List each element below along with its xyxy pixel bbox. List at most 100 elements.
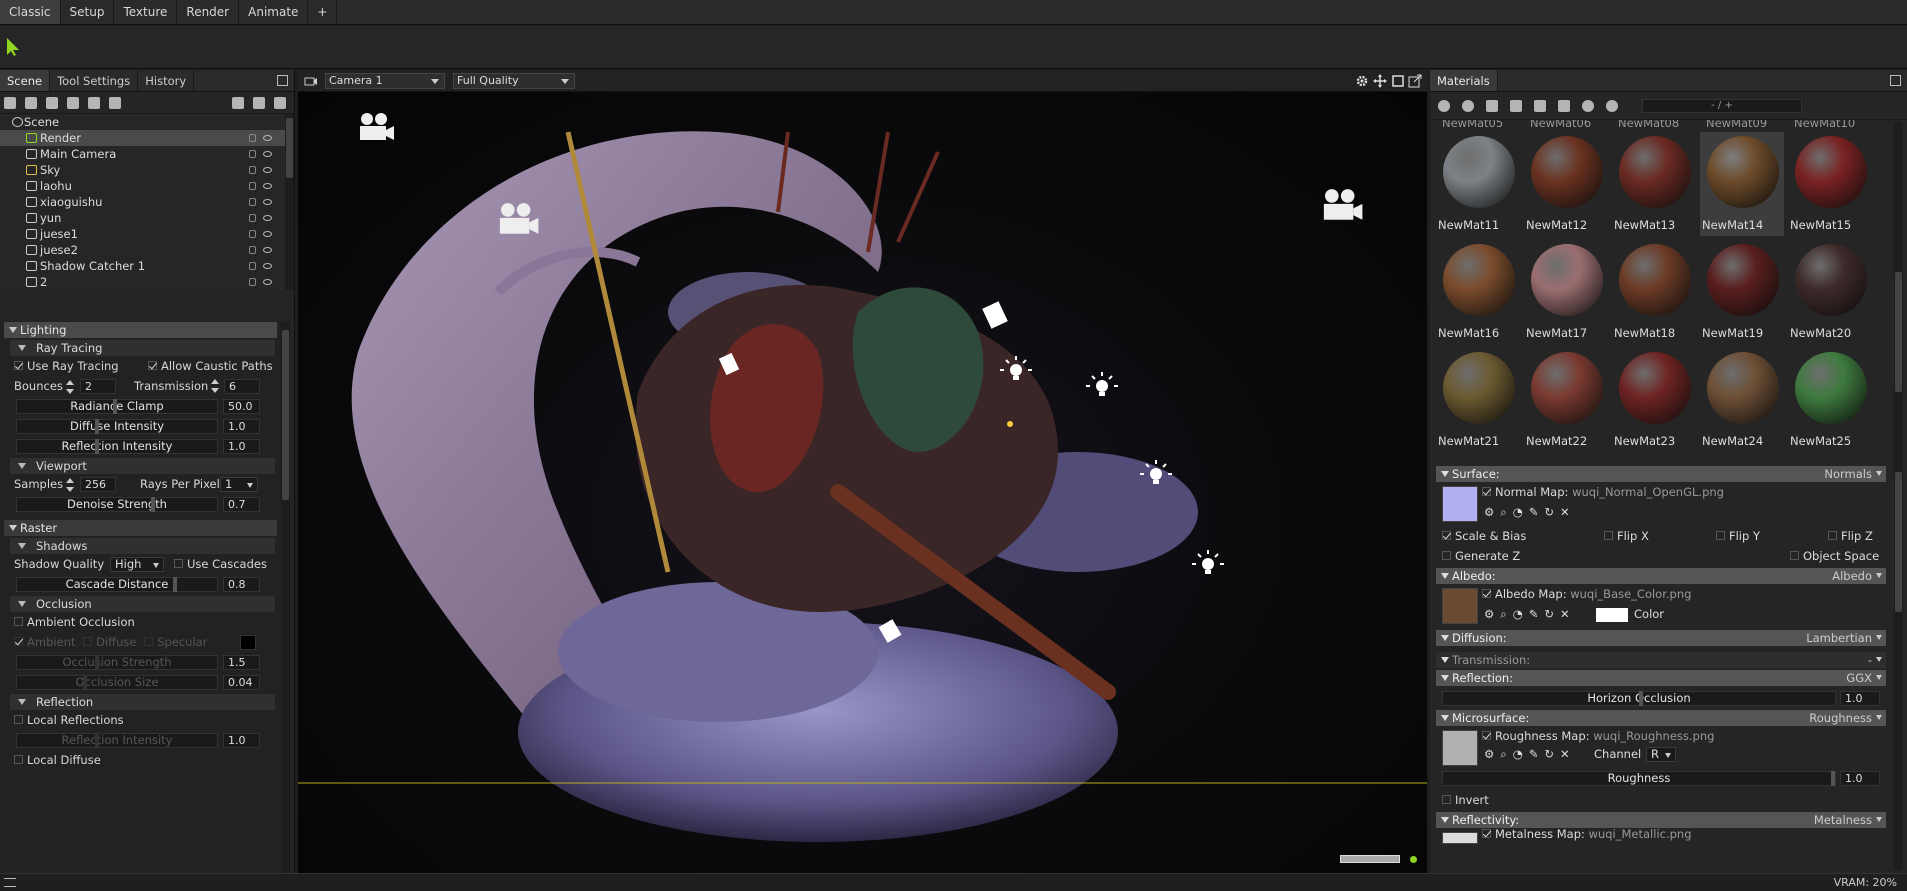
metalness-map-thumbnail[interactable] [1442, 832, 1478, 844]
reflection-intensity-slider[interactable]: Reflection Intensity [16, 439, 218, 454]
add-shape-icon[interactable] [88, 96, 100, 109]
material-swatch[interactable]: NewMat20 [1788, 240, 1872, 344]
lock-icon[interactable] [249, 214, 256, 222]
roughness-map-thumbnail[interactable] [1442, 730, 1478, 766]
tree-item-sky[interactable]: Sky [0, 162, 294, 178]
material-swatch[interactable]: NewMat18 [1612, 240, 1696, 344]
tab-classic[interactable]: Classic [0, 0, 61, 24]
diffuse-intensity-field[interactable]: 1.0 [223, 419, 260, 434]
add-camera-icon[interactable] [46, 96, 58, 109]
tree-item-yun[interactable]: yun [0, 210, 294, 226]
tree-item-2[interactable]: 2 [0, 274, 294, 290]
material-swatch[interactable]: NewMat13 [1612, 132, 1696, 236]
invert-checkbox[interactable] [1442, 795, 1451, 804]
tab-setup[interactable]: Setup [61, 0, 115, 24]
albedo-map-checkbox[interactable] [1482, 589, 1491, 598]
eye-icon[interactable] [263, 215, 272, 221]
map-tool-icons[interactable]: ⚙⌕◔✎↻✕ [1484, 604, 1576, 624]
camera-gizmo-icon[interactable] [494, 202, 542, 236]
material-swatch[interactable]: NewMat23 [1612, 348, 1696, 452]
section-reflection[interactable]: Reflection: GGX [1436, 670, 1886, 686]
material-swatch[interactable]: NewMat15 [1788, 132, 1872, 236]
denoise-strength-field[interactable]: 0.7 [223, 497, 260, 512]
lock-icon[interactable] [249, 278, 256, 286]
material-props-scrollbar[interactable] [1894, 468, 1903, 870]
add-sky-icon[interactable] [67, 96, 79, 109]
use-cascades-checkbox[interactable] [174, 559, 183, 568]
lock-icon[interactable] [249, 230, 256, 238]
occlusion-strength-slider[interactable]: Occlusion Strength [16, 655, 218, 670]
specular-checkbox[interactable] [144, 637, 154, 646]
eye-icon[interactable] [263, 135, 272, 141]
lock-icon[interactable] [249, 198, 256, 206]
tab-materials[interactable]: Materials [1430, 70, 1498, 91]
samples-spinner[interactable] [66, 477, 75, 492]
denoise-strength-slider[interactable]: Denoise Strength [16, 497, 218, 512]
albedo-map-thumbnail[interactable] [1442, 588, 1478, 624]
channel-select[interactable]: R [1646, 747, 1676, 762]
tab-render[interactable]: Render [177, 0, 240, 24]
cascade-distance-slider[interactable]: Cascade Distance [16, 577, 218, 592]
light-gizmo-icon[interactable] [1138, 458, 1174, 494]
light-gizmo-icon[interactable] [998, 354, 1034, 390]
light-gizmo-icon[interactable] [1084, 370, 1120, 406]
samples-field[interactable]: 256 [80, 477, 116, 492]
material-swatch[interactable]: NewMat11 [1436, 132, 1520, 236]
move-icon[interactable] [1373, 74, 1387, 88]
material-swatch[interactable]: NewMat12 [1524, 132, 1608, 236]
occlusion-size-field[interactable]: 0.04 [223, 675, 260, 690]
subsection-ray-tracing[interactable]: Ray Tracing [10, 340, 275, 356]
ambient-occlusion-checkbox[interactable] [14, 617, 23, 626]
tab-animate[interactable]: Animate [239, 0, 309, 24]
tree-item-xiaoguishu[interactable]: xiaoguishu [0, 194, 294, 210]
tab-scene[interactable]: Scene [0, 70, 51, 91]
delete-icon[interactable] [274, 96, 286, 109]
tree-item-shadow-catcher[interactable]: Shadow Catcher 1 [0, 258, 294, 274]
add-fog-icon[interactable] [109, 96, 121, 109]
duplicate-material-icon[interactable] [1462, 99, 1474, 112]
raster-reflection-intensity-field[interactable]: 1.0 [223, 733, 260, 748]
section-microsurface[interactable]: Microsurface: Roughness [1436, 710, 1886, 726]
lock-icon[interactable] [249, 262, 256, 270]
transmission-field[interactable]: 6 [224, 379, 260, 394]
scroll-thumb[interactable] [286, 118, 293, 178]
tree-item-juese2[interactable]: juese2 [0, 242, 294, 258]
quality-select[interactable]: Full Quality [453, 73, 575, 89]
raster-reflection-intensity-slider[interactable]: Reflection Intensity [16, 733, 218, 748]
local-diffuse-checkbox[interactable] [14, 755, 23, 764]
horizon-occlusion-field[interactable]: 1.0 [1840, 691, 1880, 706]
material-swatch[interactable]: NewMat25 [1788, 348, 1872, 452]
lock-icon[interactable] [249, 182, 256, 190]
shadow-quality-select[interactable]: High [110, 557, 164, 572]
eye-icon[interactable] [263, 247, 272, 253]
render-view[interactable] [298, 92, 1427, 873]
section-diffusion[interactable]: Diffusion: Lambertian [1436, 630, 1886, 646]
section-albedo[interactable]: Albedo: Albedo [1436, 568, 1886, 584]
lock-icon[interactable] [249, 166, 256, 174]
forward-icon[interactable] [1606, 99, 1618, 112]
scroll-thumb[interactable] [1895, 272, 1902, 392]
normal-map-checkbox[interactable] [1482, 487, 1491, 496]
subsection-viewport[interactable]: Viewport [10, 458, 275, 474]
eye-icon[interactable] [263, 263, 272, 269]
tree-item-main-camera[interactable]: Main Camera [0, 146, 294, 162]
bounces-field[interactable]: 2 [80, 379, 116, 394]
reflection-intensity-field[interactable]: 1.0 [223, 439, 260, 454]
scroll-thumb[interactable] [282, 330, 289, 500]
map-tool-icons[interactable]: ⚙⌕◔✎↻✕ [1484, 744, 1576, 764]
camera-gizmo-icon[interactable] [356, 112, 396, 142]
local-reflections-checkbox[interactable] [14, 715, 23, 724]
check-icon[interactable] [1582, 99, 1594, 112]
material-swatch[interactable]: NewMat19 [1700, 240, 1784, 344]
subsection-shadows[interactable]: Shadows [10, 538, 275, 554]
subsection-occlusion[interactable]: Occlusion [10, 596, 275, 612]
duplicate-icon[interactable] [253, 96, 265, 109]
transmission-spinner[interactable] [211, 379, 219, 393]
material-swatch[interactable]: NewMat21 [1436, 348, 1520, 452]
tree-item-laohu[interactable]: laohu [0, 178, 294, 194]
diffuse-intensity-slider[interactable]: Diffuse Intensity [16, 419, 218, 434]
allow-caustic-checkbox[interactable] [148, 361, 157, 370]
tab-tool-settings[interactable]: Tool Settings [50, 70, 139, 91]
pick-material-icon[interactable] [1558, 99, 1570, 112]
popout-icon[interactable] [277, 75, 288, 86]
